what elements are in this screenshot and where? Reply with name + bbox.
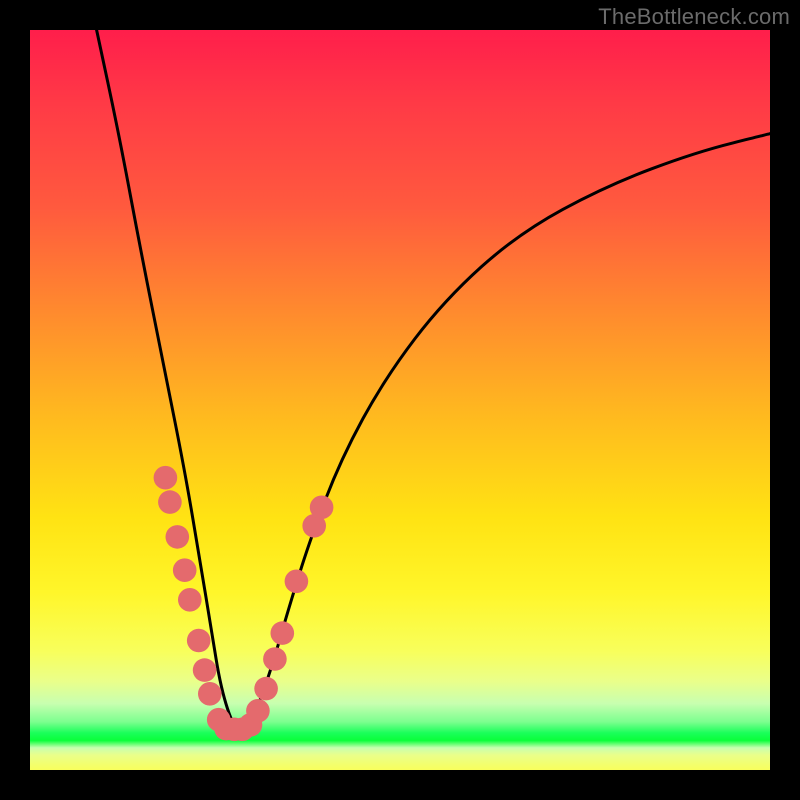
data-marker — [193, 658, 217, 682]
data-marker — [285, 570, 309, 594]
chart-root: TheBottleneck.com — [0, 0, 800, 800]
plot-area — [30, 30, 770, 770]
curve-layer — [30, 30, 770, 770]
data-marker — [178, 588, 202, 612]
data-marker — [158, 490, 182, 514]
data-marker — [173, 558, 197, 582]
data-marker — [187, 629, 211, 653]
bottleneck-curve — [97, 30, 770, 729]
data-markers — [154, 466, 334, 741]
data-marker — [166, 525, 190, 549]
watermark-text: TheBottleneck.com — [598, 4, 790, 30]
data-marker — [198, 682, 222, 706]
data-marker — [154, 466, 178, 490]
data-marker — [271, 621, 295, 645]
data-marker — [310, 496, 334, 520]
data-marker — [263, 647, 287, 671]
data-marker — [254, 677, 278, 701]
data-marker — [246, 699, 270, 723]
